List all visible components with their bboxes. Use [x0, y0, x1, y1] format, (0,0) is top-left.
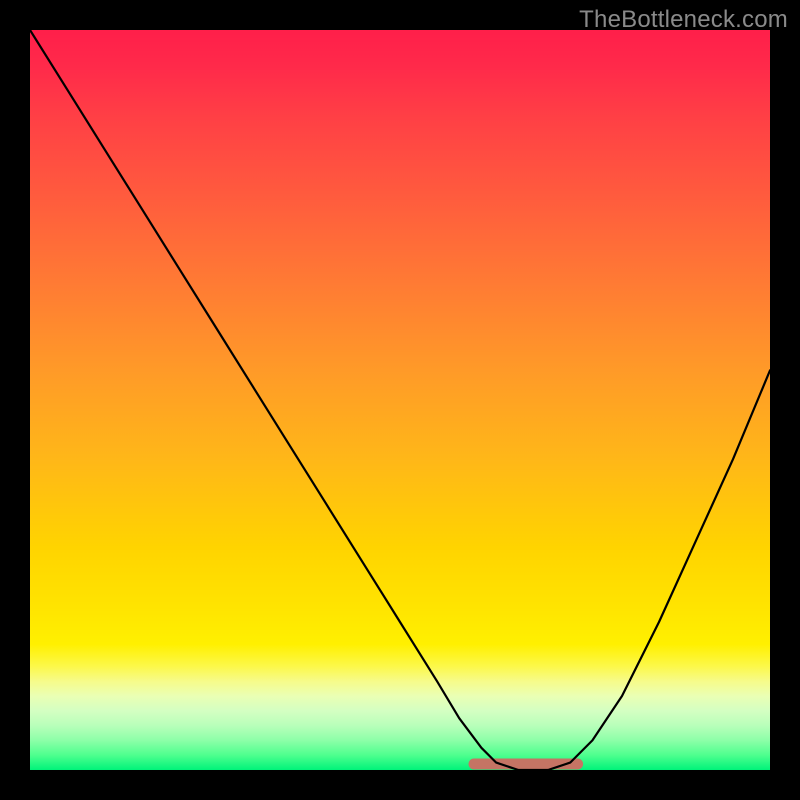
- plot-area: [30, 30, 770, 770]
- chart-svg: [30, 30, 770, 770]
- watermark-label: TheBottleneck.com: [579, 6, 788, 34]
- bottleneck-curve: [30, 30, 770, 770]
- chart-frame: TheBottleneck.com: [0, 0, 800, 800]
